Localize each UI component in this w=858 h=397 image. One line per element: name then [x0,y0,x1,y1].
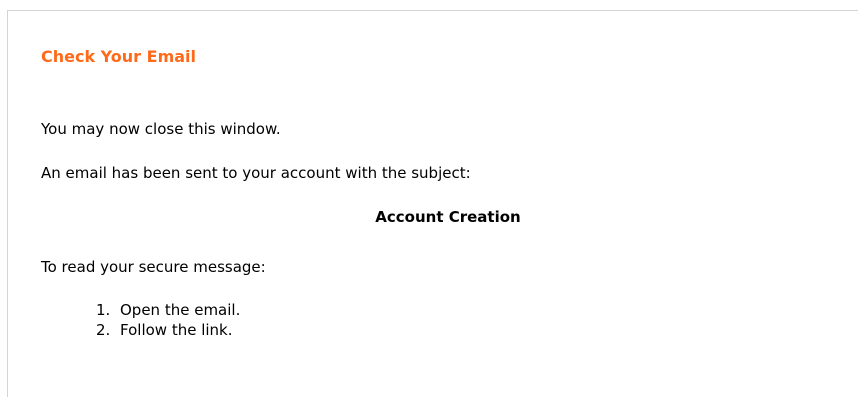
email-sent-message: An email has been sent to your account w… [41,164,471,182]
step-item: 2. Follow the link. [96,320,240,340]
instruction-steps: 1. Open the email. 2. Follow the link. [96,300,240,340]
step-number: 1. [96,301,111,319]
email-subject: Account Creation [375,208,521,226]
instructions-intro: To read your secure message: [41,258,266,276]
step-number: 2. [96,321,111,339]
step-text: Open the email. [120,301,241,319]
page-title: Check Your Email [41,47,197,66]
close-window-message: You may now close this window. [41,120,281,138]
step-text: Follow the link. [120,321,233,339]
message-panel: Check Your Email You may now close this … [7,10,858,397]
step-item: 1. Open the email. [96,300,240,320]
